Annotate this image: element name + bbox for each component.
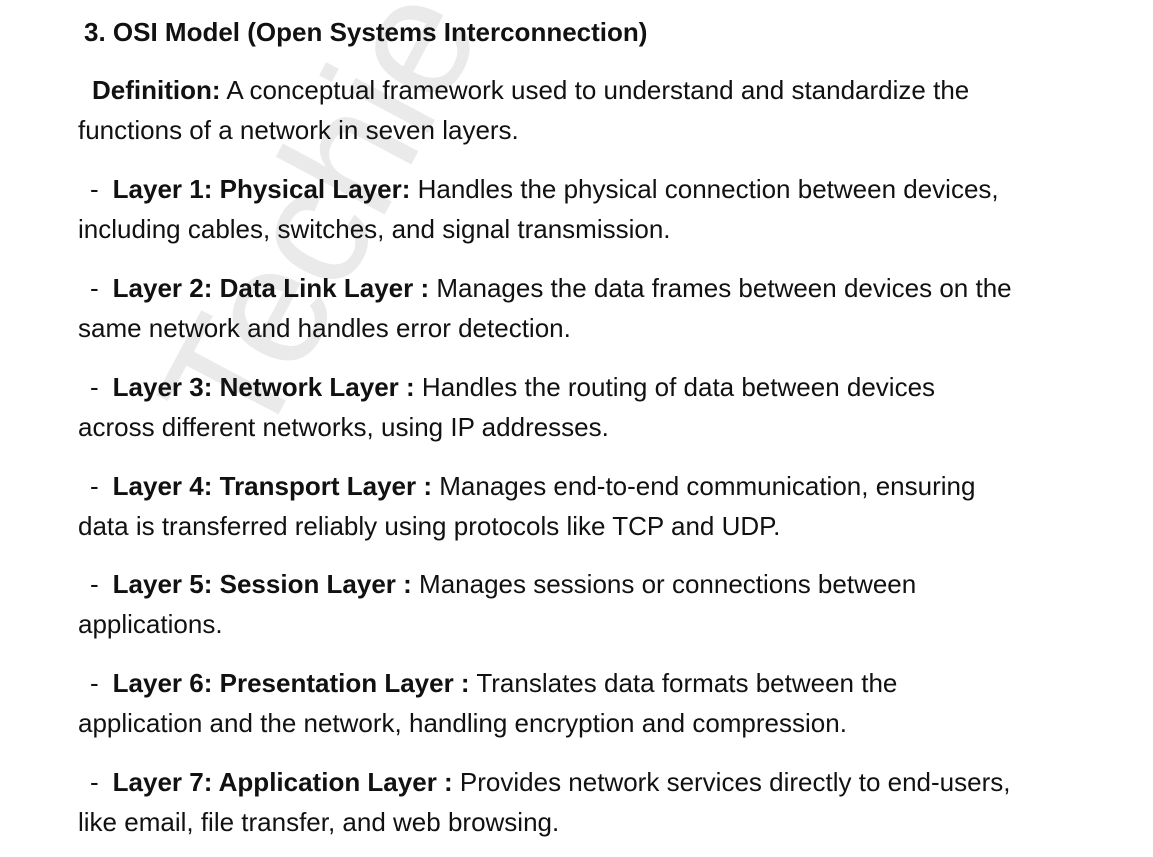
definition-label: Definition: (92, 75, 221, 105)
layer-6-text-1: Translates data formats between the (469, 668, 898, 698)
bullet-dash: - (90, 273, 99, 303)
definition-text-1: A conceptual framework used to understan… (220, 75, 970, 105)
bullet-dash: - (90, 174, 99, 204)
section-heading: 3. OSI Model (Open Systems Interconnecti… (84, 17, 648, 47)
document-page: Techie CodeBuddy 3. OSI Model (Open Syst… (0, 0, 1153, 857)
layer-1-line-2: including cables, switches, and signal t… (78, 214, 671, 244)
bullet-dash: - (90, 767, 99, 797)
layer-item-5: - Layer 5: Session Layer : Manages sessio… (78, 564, 1078, 644)
layer-2-label: Layer 2: Data Link Layer : (112, 273, 430, 303)
layer-1-label: Layer 1: Physical Layer: (112, 174, 411, 204)
layer-1-text-1: Handles the physical connection between … (410, 174, 999, 204)
layer-7-line-2: like email, file transfer, and web brows… (78, 807, 560, 837)
definition-paragraph: Definition: A conceptual framework used … (78, 70, 1078, 150)
layer-item-3: - Layer 3: Network Layer : Handles the ro… (78, 367, 1078, 447)
layer-5-line-1: - Layer 5: Session Layer : Manages sessio… (78, 564, 1078, 604)
definition-line-2: functions of a network in seven layers. (78, 115, 519, 145)
layer-2-line-2: same network and handles error detection… (78, 313, 571, 343)
definition-line-1: Definition: A conceptual framework used … (78, 70, 1078, 110)
layer-6-label: Layer 6: Presentation Layer : (112, 668, 470, 698)
layer-item-2: - Layer 2: Data Link Layer : Manages the … (78, 268, 1078, 348)
layer-4-text-1: Manages end-to-end communication, ensuri… (432, 471, 976, 501)
layer-3-line-2: across different networks, using IP addr… (78, 412, 609, 442)
bullet-dash: - (90, 668, 99, 698)
layer-4-label: Layer 4: Transport Layer : (112, 471, 433, 501)
layer-item-7: - Layer 7: Application Layer : Provides n… (78, 762, 1078, 842)
layer-3-label: Layer 3: Network Layer : (112, 372, 415, 402)
layer-2-line-1: - Layer 2: Data Link Layer : Manages the … (78, 268, 1078, 308)
layer-2-text-1: Manages the data frames between devices … (429, 273, 1012, 303)
layer-item-4: - Layer 4: Transport Layer : Manages end-… (78, 466, 1078, 546)
layer-5-text-1: Manages sessions or connections between (411, 569, 917, 599)
layer-item-6: - Layer 6: Presentation Layer : Translate… (78, 663, 1078, 743)
layer-3-line-1: - Layer 3: Network Layer : Handles the ro… (78, 367, 1078, 407)
layer-3-text-1: Handles the routing of data between devi… (414, 372, 936, 402)
layer-6-line-2: application and the network, handling en… (78, 708, 847, 738)
layer-4-line-2: data is transferred reliably using proto… (78, 511, 781, 541)
layer-5-line-2: applications. (78, 609, 223, 639)
layer-7-label: Layer 7: Application Layer : (112, 767, 453, 797)
bullet-dash: - (90, 372, 99, 402)
layer-4-line-1: - Layer 4: Transport Layer : Manages end-… (78, 466, 1078, 506)
layer-1-line-1: - Layer 1: Physical Layer: Handles the ph… (78, 169, 1078, 209)
layer-item-1: - Layer 1: Physical Layer: Handles the ph… (78, 169, 1078, 249)
bullet-dash: - (90, 569, 99, 599)
layer-7-text-1: Provides network services directly to en… (452, 767, 1011, 797)
layer-7-line-1: - Layer 7: Application Layer : Provides n… (78, 762, 1078, 802)
layer-6-line-1: - Layer 6: Presentation Layer : Translate… (78, 663, 1078, 703)
layer-5-label: Layer 5: Session Layer : (112, 569, 412, 599)
bullet-dash: - (90, 471, 99, 501)
